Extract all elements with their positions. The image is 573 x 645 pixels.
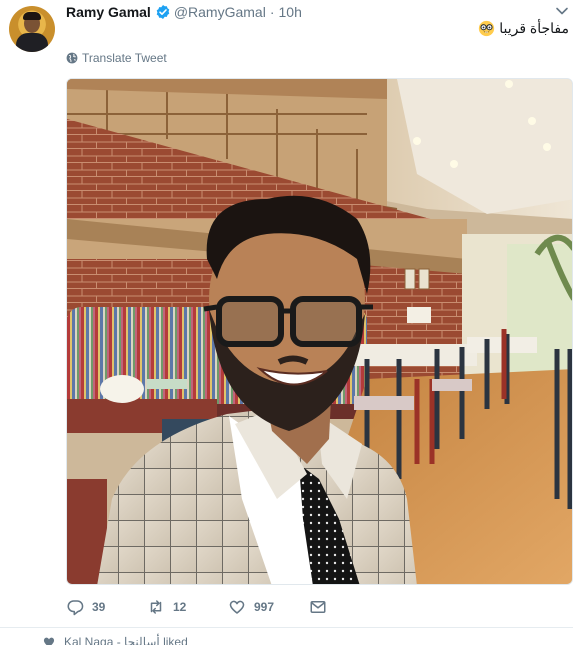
author-avatar[interactable] (9, 6, 55, 52)
avatar-hair (23, 12, 41, 20)
retweet-icon (150, 600, 162, 614)
globe-icon (66, 52, 78, 64)
tweet-actions: 39 12 997 (66, 598, 366, 618)
reply-count: 39 (92, 600, 106, 614)
heart-filled-icon (43, 637, 55, 645)
envelope-icon (310, 601, 326, 613)
reply-icon (67, 600, 84, 616)
translate-label: Translate Tweet (82, 51, 167, 65)
tweet[interactable]: Ramy Gamal @RamyGamal · 10h مفاجأة قريبا (0, 0, 573, 645)
tweet-timestamp[interactable]: 10h (279, 4, 302, 20)
direct-message-button[interactable] (309, 598, 327, 616)
translate-tweet-link[interactable]: Translate Tweet (66, 51, 167, 65)
next-activity-row[interactable]: Kal Naga - أسالنجا liked (42, 635, 188, 645)
verified-badge-icon (156, 5, 170, 19)
retweet-button[interactable]: 12 (147, 598, 186, 616)
author-handle[interactable]: @RamyGamal (174, 4, 266, 20)
retweet-count: 12 (173, 600, 187, 614)
reply-button[interactable]: 39 (66, 598, 105, 616)
separator-dot: · (269, 4, 275, 20)
tweet-photo[interactable] (66, 78, 573, 585)
tweet-text-content: مفاجأة قريبا (499, 20, 569, 36)
nerd-face-emoji-icon (479, 20, 495, 37)
chevron-down-icon[interactable] (555, 4, 569, 18)
tweet-text: مفاجأة قريبا (478, 20, 569, 37)
tweet-divider (0, 627, 573, 628)
like-count: 997 (254, 600, 275, 614)
next-activity-text: Kal Naga - أسالنجا liked (64, 635, 188, 645)
author-name[interactable]: Ramy Gamal (66, 4, 151, 20)
avatar-body (16, 33, 48, 52)
tweet-header: Ramy Gamal @RamyGamal · 10h (66, 3, 302, 21)
selfie-photo (67, 79, 572, 584)
like-button[interactable]: 997 (228, 598, 274, 616)
heart-icon (229, 600, 245, 614)
